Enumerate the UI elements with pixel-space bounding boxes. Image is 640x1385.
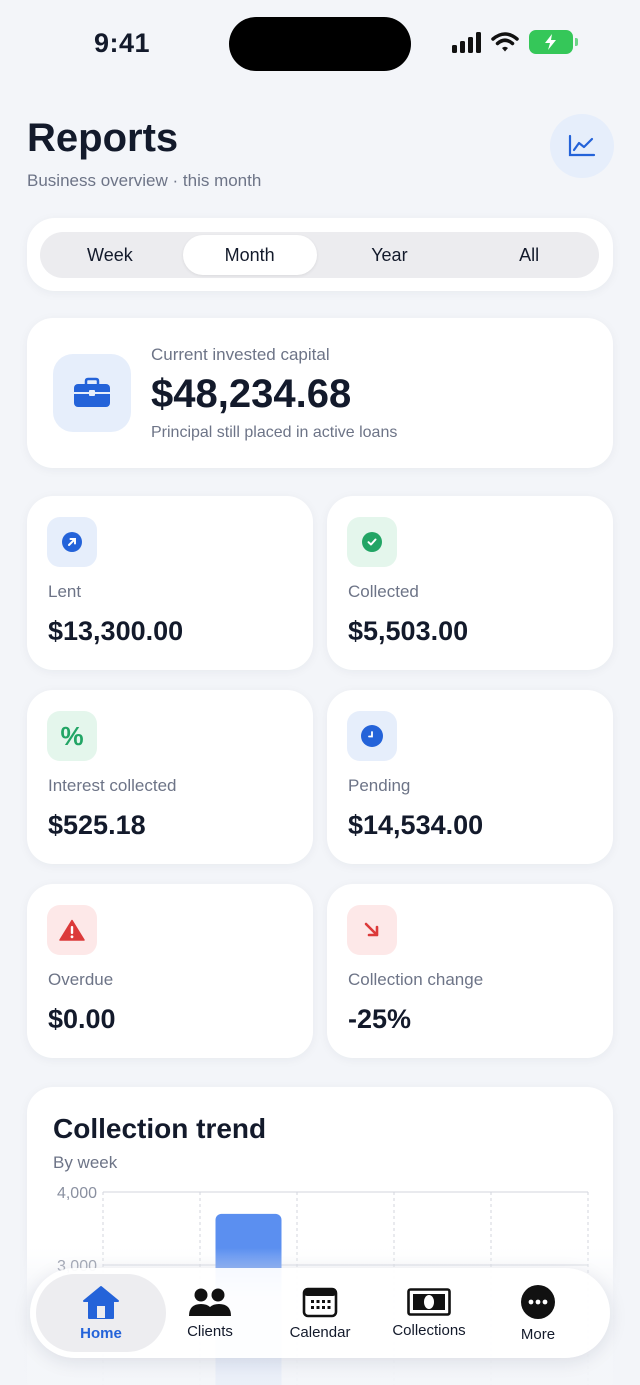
- stat-card-collection-change[interactable]: Collection change -25%: [327, 884, 613, 1058]
- status-icons: [452, 30, 578, 54]
- tab-label: Clients: [187, 1322, 233, 1340]
- segment-all[interactable]: All: [462, 235, 596, 275]
- tab-bar: Home Clients Calendar Collections More: [30, 1268, 610, 1358]
- tab-collections[interactable]: Collections: [373, 1274, 485, 1352]
- home-icon: [83, 1285, 119, 1319]
- briefcase-icon: [74, 377, 110, 407]
- briefcase-icon-tile: [53, 354, 131, 432]
- stat-value: $14,534.00: [348, 810, 484, 840]
- period-segmented-control: Week Month Year All: [40, 232, 599, 278]
- capital-note: Principal still placed in active loans: [151, 424, 398, 441]
- interest-icon-tile: %: [47, 711, 97, 761]
- segment-year[interactable]: Year: [323, 235, 457, 275]
- people-icon: [189, 1288, 231, 1316]
- stat-card-overdue[interactable]: Overdue $0.00: [27, 884, 313, 1058]
- stat-card-lent[interactable]: Lent $13,300.00: [27, 496, 313, 670]
- stat-label: Overdue: [48, 970, 114, 989]
- more-icon: [521, 1284, 555, 1319]
- stat-label: Collected: [348, 582, 419, 601]
- stat-card-collected[interactable]: Collected $5,503.00: [327, 496, 613, 670]
- status-time: 9:41: [94, 28, 151, 58]
- calendar-icon: [302, 1287, 338, 1317]
- stat-card-interest[interactable]: % Interest collected $525.18: [27, 690, 313, 864]
- stat-label: Interest collected: [48, 776, 177, 795]
- stat-label: Collection change: [348, 970, 484, 989]
- stat-value: $5,503.00: [348, 616, 469, 646]
- tab-home[interactable]: Home: [36, 1274, 166, 1352]
- stat-value: $525.18: [48, 810, 146, 840]
- arrow-down-right-icon: [364, 922, 379, 937]
- tab-label: Calendar: [289, 1323, 351, 1341]
- change-icon-tile: [347, 905, 397, 955]
- lent-icon-tile: [47, 517, 97, 567]
- stat-value: $0.00: [48, 1004, 116, 1034]
- cellular-signal-icon: [452, 31, 481, 53]
- capital-label: Current invested capital: [151, 345, 330, 364]
- chart-button[interactable]: [550, 114, 614, 178]
- period-selector-card: Week Month Year All: [27, 218, 613, 291]
- warning-icon: [59, 919, 85, 941]
- stat-card-pending[interactable]: Pending $14,534.00: [327, 690, 613, 864]
- page-subtitle: Business overview · this month: [27, 171, 262, 190]
- clock-icon: [361, 725, 383, 747]
- page-title: Reports: [27, 116, 179, 160]
- line-chart-icon: [568, 134, 596, 157]
- capital-value: $48,234.68: [151, 372, 352, 416]
- banknote-icon: [407, 1287, 451, 1316]
- check-circle-icon: [362, 532, 382, 552]
- percent-icon: %: [60, 720, 84, 751]
- segment-month[interactable]: Month: [182, 235, 317, 275]
- stat-label: Lent: [48, 582, 82, 601]
- tab-more[interactable]: More: [482, 1274, 594, 1352]
- arrow-up-right-icon: [62, 532, 82, 552]
- tab-label: More: [520, 1325, 556, 1343]
- stat-value: -25%: [348, 1004, 412, 1034]
- stat-value: $13,300.00: [48, 616, 184, 646]
- overdue-icon-tile: [47, 905, 97, 955]
- stat-label: Pending: [348, 776, 411, 795]
- y-tick-label: 4,000: [57, 1185, 97, 1202]
- invested-capital-card[interactable]: Current invested capital $48,234.68 Prin…: [27, 318, 613, 468]
- tab-clients[interactable]: Clients: [154, 1274, 266, 1352]
- tab-label: Home: [80, 1324, 122, 1342]
- battery-icon: [529, 30, 578, 54]
- segment-week[interactable]: Week: [43, 235, 177, 275]
- wifi-icon: [491, 32, 519, 52]
- collected-icon-tile: [347, 517, 397, 567]
- tab-calendar[interactable]: Calendar: [264, 1274, 376, 1352]
- tab-label: Collections: [392, 1321, 466, 1339]
- dynamic-island: [229, 17, 411, 71]
- pending-icon-tile: [347, 711, 397, 761]
